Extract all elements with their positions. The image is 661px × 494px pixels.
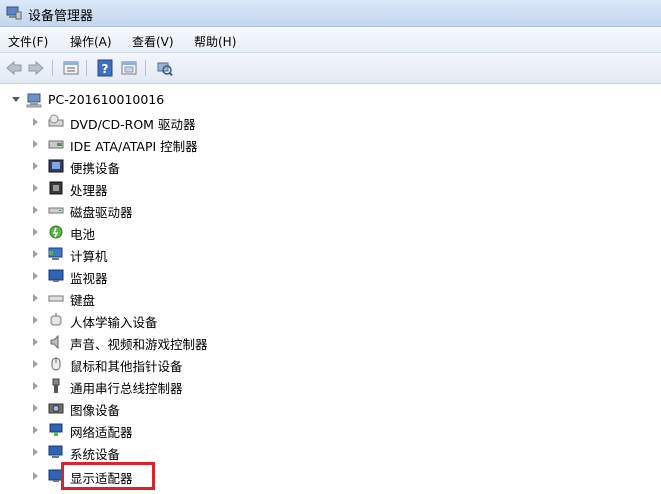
tree-root[interactable]: PC-201610010016 [0,89,300,111]
tree-item[interactable]: DVD/CD-ROM 驱动器 [0,111,300,133]
computer-icon [48,247,63,260]
window-title: 设备管理器 [28,9,94,24]
expand-arrow-icon[interactable] [33,382,38,390]
tree-item-label: 通用串行总线控制器 [70,381,183,396]
expand-arrow-icon[interactable] [33,140,38,148]
properties-icon[interactable] [62,59,80,77]
menu-view[interactable]: 查看(V) [132,33,174,50]
tree-item-label: 网络适配器 [70,425,133,440]
tree-item[interactable]: 人体学输入设备 [0,309,300,331]
menu-file[interactable]: 文件(F) [8,33,48,50]
scan-hardware-icon[interactable] [155,59,173,77]
menu-help[interactable]: 帮助(H) [194,33,236,50]
help-icon[interactable]: ? [96,59,114,77]
device-tree: PC-201610010016 DVD/CD-ROM 驱动器 IDE ATA/A… [0,84,661,494]
expand-arrow-icon[interactable] [33,404,38,412]
computer-root-icon [26,93,42,108]
toolbar: ? [0,53,661,84]
tree-item[interactable]: 网络适配器 [0,419,300,441]
tree-item[interactable]: 系统设备 [0,441,300,463]
tree-item[interactable]: 电池 [0,221,300,243]
tree-item[interactable]: IDE ATA/ATAPI 控制器 [0,133,300,155]
battery-icon [49,225,63,239]
expand-arrow-icon[interactable] [33,426,38,434]
collapse-arrow-icon[interactable] [12,97,20,102]
show-hide-icon[interactable] [120,59,138,77]
tree-item-label: 键盘 [70,293,96,308]
mouse-icon [51,357,61,371]
expand-arrow-icon[interactable] [33,448,38,456]
expand-arrow-icon[interactable] [33,360,38,368]
tree-item[interactable]: 通用串行总线控制器 [0,375,300,397]
tree-item-label: 磁盘驱动器 [70,205,133,220]
tree-item[interactable]: 处理器 [0,177,300,199]
ide-controller-icon [48,140,64,149]
usb-icon [52,378,60,393]
expand-arrow-icon[interactable] [33,228,38,236]
tree-item[interactable]: 声音、视频和游戏控制器 [0,331,300,353]
hid-icon [50,313,62,326]
tree-item-label: 系统设备 [70,447,121,462]
expand-arrow-icon[interactable] [33,316,38,324]
expand-arrow-icon[interactable] [33,118,38,126]
menu-bar: 文件(F) 操作(A) 查看(V) 帮助(H) [0,27,661,53]
expand-arrow-icon[interactable] [33,184,38,192]
title-bar: 设备管理器 [0,0,661,27]
tree-item[interactable]: 键盘 [0,287,300,309]
tree-item-label: 便携设备 [70,161,121,176]
dvd-drive-icon [48,114,64,127]
expand-arrow-icon[interactable] [33,294,38,302]
tree-item-label: IDE ATA/ATAPI 控制器 [70,139,198,154]
tree-item-label: DVD/CD-ROM 驱动器 [70,117,196,132]
network-adapter-icon [49,423,63,436]
disk-drive-icon [48,207,64,214]
tree-item-label: 人体学输入设备 [70,315,158,330]
toolbar-separator [52,60,53,76]
tree-item-label: 鼠标和其他指针设备 [70,359,183,374]
expand-arrow-icon[interactable] [33,206,38,214]
expand-arrow-icon[interactable] [33,272,38,280]
sound-icon [50,334,59,350]
forward-arrow-icon[interactable] [27,59,45,77]
keyboard-icon [48,295,64,302]
system-device-icon [48,445,63,458]
tree-item[interactable]: 便携设备 [0,155,300,177]
imaging-device-icon [48,403,64,414]
monitor-icon [48,269,64,282]
back-arrow-icon[interactable] [5,59,23,77]
expand-arrow-icon[interactable] [33,250,38,258]
tree-item-label: 监视器 [70,271,108,286]
tree-item-label: 处理器 [70,183,108,198]
tree-root-label: PC-201610010016 [48,92,165,107]
tree-item[interactable]: 监视器 [0,265,300,287]
toolbar-separator [86,60,87,76]
tree-item[interactable]: 鼠标和其他指针设备 [0,353,300,375]
tree-item-label: 图像设备 [70,403,121,418]
tree-item[interactable]: 磁盘驱动器 [0,199,300,221]
tree-item-label: 声音、视频和游戏控制器 [70,337,208,352]
tree-item[interactable]: 计算机 [0,243,300,265]
highlight-box [61,462,155,490]
expand-arrow-icon[interactable] [33,162,38,170]
toolbar-separator [145,60,146,76]
device-manager-icon [6,6,22,20]
processor-icon [49,181,63,195]
tree-item-label: 计算机 [70,249,108,264]
tree-item-label: 电池 [70,227,96,242]
expand-arrow-icon[interactable] [33,338,38,346]
expand-arrow-icon[interactable] [33,472,38,480]
tree-item[interactable]: 图像设备 [0,397,300,419]
portable-device-icon [48,159,64,173]
menu-action[interactable]: 操作(A) [70,33,112,50]
svg-text:?: ? [102,62,109,76]
